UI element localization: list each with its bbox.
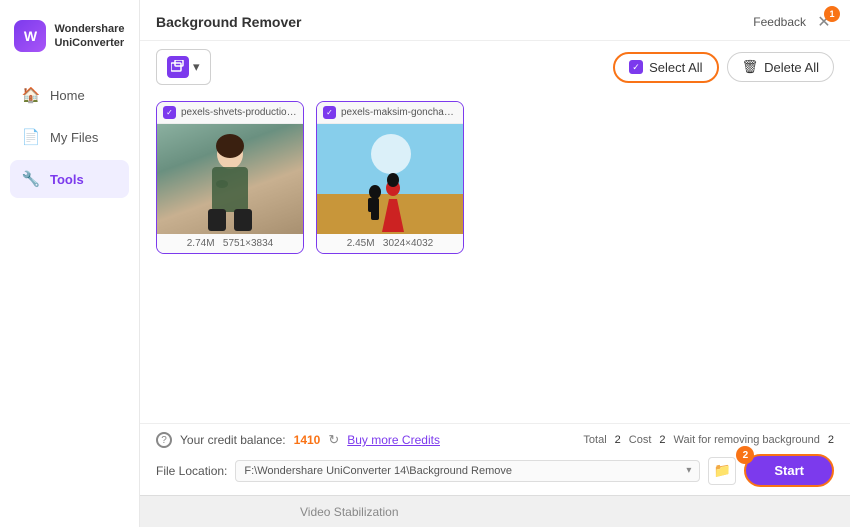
start-button[interactable]: Start xyxy=(744,454,834,487)
file-location-row: File Location: F:\Wondershare UniConvert… xyxy=(156,454,834,487)
credit-row: ? Your credit balance: 1410 ↻ Buy more C… xyxy=(156,432,834,448)
sidebar-item-my-files[interactable]: 📄 My Files xyxy=(10,118,129,156)
image-card-1-checkbox[interactable]: ✓ xyxy=(163,106,176,119)
delete-all-label: Delete All xyxy=(764,60,819,75)
bottom-bar: ? Your credit balance: 1410 ↻ Buy more C… xyxy=(140,423,850,495)
main-content: Background Remover Feedback 1 ✕ ▾ xyxy=(140,0,850,527)
image-card-2-filename: pexels-maksim-gonchare-... xyxy=(341,107,457,118)
select-all-button[interactable]: ✓ Select All xyxy=(613,52,718,83)
sidebar-item-tools[interactable]: 🔧 Tools xyxy=(10,160,129,198)
bottom-stub: Video Stabilization xyxy=(140,495,850,527)
image-card-2[interactable]: ✓ pexels-maksim-gonchare-... xyxy=(316,101,464,254)
sidebar-item-home[interactable]: 🏠 Home xyxy=(10,76,129,114)
panel-header: Background Remover Feedback 1 ✕ xyxy=(140,0,850,41)
file-path-box: F:\Wondershare UniConverter 14\Backgroun… xyxy=(235,460,700,482)
cost-label: Cost xyxy=(629,434,652,446)
wait-label: Wait for removing background xyxy=(674,434,820,446)
sidebar-item-home-label: Home xyxy=(50,88,85,103)
home-icon: 🏠 xyxy=(22,86,40,104)
logo-text: Wondershare UniConverter xyxy=(54,22,124,51)
select-all-label: Select All xyxy=(649,60,702,75)
add-icon xyxy=(167,56,189,78)
image-card-1[interactable]: ✓ pexels-shvets-production-... xyxy=(156,101,304,254)
image-card-2-dimensions: 3024×4032 xyxy=(383,238,433,249)
file-location-label: File Location: xyxy=(156,464,227,478)
file-path: F:\Wondershare UniConverter 14\Backgroun… xyxy=(244,465,682,477)
image-card-1-info: 2.74M 5751×3834 xyxy=(157,234,303,253)
total-val: 2 xyxy=(615,434,621,446)
toolbar: ▾ ✓ Select All 🗑 Delete All xyxy=(140,41,850,93)
image-card-1-size: 2.74M xyxy=(187,238,215,249)
app-logo: W Wondershare UniConverter xyxy=(4,12,134,60)
buy-credits-link[interactable]: Buy more Credits xyxy=(347,433,440,447)
trash-icon: 🗑 xyxy=(742,59,759,75)
start-btn-wrap: 2 Start xyxy=(744,454,834,487)
panel-title: Background Remover xyxy=(156,14,301,30)
credit-balance-label: Your credit balance: xyxy=(180,433,286,447)
files-icon: 📄 xyxy=(22,128,40,146)
sidebar-item-tools-label: Tools xyxy=(50,172,84,187)
toolbar-right: ✓ Select All 🗑 Delete All xyxy=(613,52,834,83)
image-card-2-checkbox[interactable]: ✓ xyxy=(323,106,336,119)
image-card-1-header: ✓ pexels-shvets-production-... xyxy=(157,102,303,124)
tools-icon: 🔧 xyxy=(22,170,40,188)
image-card-2-size: 2.45M xyxy=(347,238,375,249)
close-btn-wrap: 1 ✕ xyxy=(814,12,834,32)
info-icon: ? xyxy=(156,432,172,448)
image-card-1-filename: pexels-shvets-production-... xyxy=(181,107,297,118)
image-card-2-header: ✓ pexels-maksim-gonchare-... xyxy=(317,102,463,124)
add-files-button[interactable]: ▾ xyxy=(156,49,211,85)
panel-header-right: Feedback 1 ✕ xyxy=(753,12,834,32)
sidebar: W Wondershare UniConverter 🏠 Home 📄 My F… xyxy=(0,0,140,527)
folder-browse-button[interactable]: 📁 xyxy=(708,457,736,485)
path-dropdown-icon[interactable]: ▾ xyxy=(686,465,691,476)
feedback-link[interactable]: Feedback xyxy=(753,15,806,29)
credit-amount: 1410 xyxy=(294,433,321,447)
image-grid: ✓ pexels-shvets-production-... xyxy=(140,93,850,423)
logo-icon: W xyxy=(14,20,46,52)
cost-val: 2 xyxy=(659,434,665,446)
background-remover-panel: Background Remover Feedback 1 ✕ ▾ xyxy=(140,0,850,495)
sidebar-item-my-files-label: My Files xyxy=(50,130,98,145)
delete-all-button[interactable]: 🗑 Delete All xyxy=(727,52,834,82)
add-files-chevron: ▾ xyxy=(193,59,200,75)
image-card-2-info: 2.45M 3024×4032 xyxy=(317,234,463,253)
panel-badge: 1 xyxy=(824,6,840,22)
image-card-1-preview xyxy=(157,124,303,234)
select-all-checkbox: ✓ xyxy=(629,60,643,74)
image-card-2-preview xyxy=(317,124,463,234)
image-card-1-dimensions: 5751×3834 xyxy=(223,238,273,249)
wait-val: 2 xyxy=(828,434,834,446)
refresh-icon[interactable]: ↻ xyxy=(328,432,339,448)
total-label: Total xyxy=(583,434,606,446)
video-stabilization-label: Video Stabilization xyxy=(300,505,399,519)
sidebar-nav: 🏠 Home 📄 My Files 🔧 Tools xyxy=(0,76,139,198)
